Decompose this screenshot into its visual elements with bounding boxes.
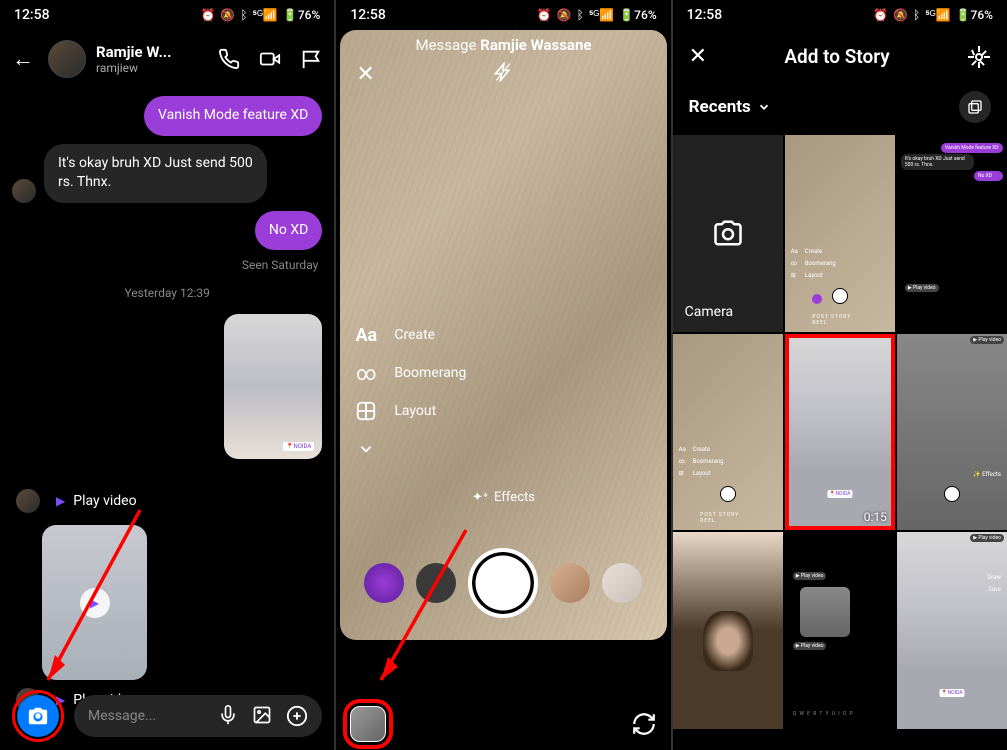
recents-row: Recents xyxy=(673,83,1007,135)
recents-selector[interactable]: Recents xyxy=(689,97,771,117)
layout-option[interactable]: Layout xyxy=(352,400,466,422)
gallery-item[interactable]: AaCreate ∞Boomerang ⊞Layout POST STORY R… xyxy=(785,135,895,332)
expand-option[interactable] xyxy=(352,438,466,460)
contact-username: ramjiew xyxy=(96,61,172,75)
story-header: ✕ Add to Story xyxy=(673,30,1007,83)
camera-tile[interactable]: Camera xyxy=(673,135,783,332)
battery-text: 🔋76% xyxy=(283,8,320,22)
message-avatar xyxy=(12,179,36,203)
bluetooth-icon: ᛒ xyxy=(913,8,920,22)
status-icons: ⏰ 🔕 ᛒ ⁵ᴳ📶 🔋76% xyxy=(873,8,993,22)
play-icon: ▶ xyxy=(56,494,65,508)
flag-icon[interactable] xyxy=(300,48,322,70)
camera-screen: 12:58 ⏰ 🔕 ᛒ ⁵ᴳ📶 🔋76% Message Ramjie Wass… xyxy=(336,0,670,750)
highlight-annotation xyxy=(12,690,64,742)
back-button[interactable]: ← xyxy=(12,46,34,72)
message-received[interactable]: It's okay bruh XD Just send 500 rs. Thnx… xyxy=(44,144,267,203)
settings-icon[interactable] xyxy=(967,45,991,69)
camera-header: Message Ramjie Wassane xyxy=(336,36,670,54)
status-time: 12:58 xyxy=(14,7,50,23)
alarm-icon: ⏰ xyxy=(873,8,888,22)
battery-text: 🔋76% xyxy=(619,8,656,22)
video-preview[interactable]: ▶ xyxy=(42,525,147,680)
play-video-label: Play video xyxy=(73,493,136,509)
create-option[interactable]: Aa Create xyxy=(352,324,466,346)
gallery-item[interactable]: ▶ Play video Draw Save 📍NOIDA xyxy=(897,532,1007,729)
boomerang-option[interactable]: ∞ Boomerang xyxy=(352,362,466,384)
gallery-item[interactable]: AaCreate ∞Boomerang ⊞Layout POST STORY R… xyxy=(673,334,783,531)
timestamp: Yesterday 12:39 xyxy=(12,286,322,300)
video-thumbnail[interactable]: 📍NOIDA xyxy=(224,314,322,459)
video-call-icon[interactable] xyxy=(258,48,282,70)
play-video-row[interactable]: ▶ Play video xyxy=(12,483,322,519)
bottom-row xyxy=(350,706,656,742)
gallery-item[interactable]: ▶ Play video ✨ Effects xyxy=(897,334,1007,531)
filter-option[interactable] xyxy=(364,563,404,603)
bluetooth-icon: ᛒ xyxy=(240,8,247,22)
add-icon[interactable] xyxy=(286,705,308,727)
chevron-down-icon xyxy=(757,100,771,114)
camera-button[interactable] xyxy=(17,695,59,737)
message-sent[interactable]: Vanish Mode feature XD xyxy=(144,96,322,136)
message-input[interactable]: Message... xyxy=(74,695,322,737)
camera-icon xyxy=(713,218,743,248)
effects-badge[interactable]: ✦⁺ Effects xyxy=(472,490,535,505)
profile-section[interactable]: Ramjie W... ramjiew xyxy=(48,40,172,78)
mic-icon[interactable] xyxy=(218,705,238,727)
alarm-icon: ⏰ xyxy=(200,8,215,22)
status-icons: ⏰ 🔕 ᛒ ⁵ᴳ📶 🔋76% xyxy=(537,8,657,22)
bluetooth-icon: ᛒ xyxy=(577,8,584,22)
story-screen: 12:58 ⏰ 🔕 ᛒ ⁵ᴳ📶 🔋76% ✕ Add to Story Rece… xyxy=(673,0,1007,750)
dnd-icon: 🔕 xyxy=(557,8,572,22)
gallery-item[interactable]: ▶ Play video ▶ Play video Q W E R T Y U … xyxy=(785,532,895,729)
play-overlay-icon: ▶ xyxy=(80,588,110,618)
video-duration: 0:15 xyxy=(864,510,887,524)
status-time: 12:58 xyxy=(687,7,723,23)
dnd-icon: 🔕 xyxy=(893,8,908,22)
status-bar: 12:58 ⏰ 🔕 ᛒ ⁵ᴳ📶 🔋76% xyxy=(336,0,670,30)
signal-icon: ⁵ᴳ📶 xyxy=(253,8,278,22)
camera-options: Aa Create ∞ Boomerang Layout xyxy=(352,324,466,460)
multi-select-button[interactable] xyxy=(959,91,991,123)
flash-icon[interactable] xyxy=(493,62,513,82)
header-actions xyxy=(218,48,322,70)
message-avatar xyxy=(16,489,40,513)
switch-camera-icon[interactable] xyxy=(631,711,657,737)
gallery-icon[interactable] xyxy=(252,705,272,727)
gallery-thumbnail[interactable] xyxy=(350,706,386,742)
story-title: Add to Story xyxy=(784,45,889,68)
status-icons: ⏰ 🔕 ᛒ ⁵ᴳ📶 🔋76% xyxy=(200,8,320,22)
gallery-item[interactable] xyxy=(673,532,783,729)
status-time: 12:58 xyxy=(350,7,386,23)
filter-option[interactable] xyxy=(602,563,642,603)
chat-header: ← Ramjie W... ramjiew xyxy=(0,30,334,88)
messages-area: Vanish Mode feature XD It's okay bruh XD… xyxy=(0,88,334,708)
sparkle-icon: ✦⁺ xyxy=(472,490,488,505)
signal-icon: ⁵ᴳ📶 xyxy=(925,8,950,22)
call-icon[interactable] xyxy=(218,48,240,70)
seen-status: Seen Saturday xyxy=(12,258,322,272)
chat-screen: 12:58 ⏰ 🔕 ᛒ ⁵ᴳ📶 🔋76% ← Ramjie W... ramji… xyxy=(0,0,334,750)
avatar xyxy=(48,40,86,78)
gallery-item-selected[interactable]: 📍NOIDA 0:15 xyxy=(785,334,895,531)
signal-icon: ⁵ᴳ📶 xyxy=(589,8,614,22)
status-bar: 12:58 ⏰ 🔕 ᛒ ⁵ᴳ📶 🔋76% xyxy=(0,0,334,30)
filter-option[interactable] xyxy=(550,563,590,603)
message-sent[interactable]: No XD xyxy=(255,211,322,251)
close-icon[interactable]: ✕ xyxy=(356,62,374,87)
gallery-item[interactable]: Vanish Mode feature XD It's okay bruh XD… xyxy=(897,135,1007,332)
gallery-grid: Camera AaCreate ∞Boomerang ⊞Layout POST … xyxy=(673,135,1007,729)
alarm-icon: ⏰ xyxy=(537,8,552,22)
close-icon[interactable]: ✕ xyxy=(689,44,707,69)
status-bar: 12:58 ⏰ 🔕 ᛒ ⁵ᴳ📶 🔋76% xyxy=(673,0,1007,30)
filter-option[interactable] xyxy=(416,563,456,603)
contact-name: Ramjie W... xyxy=(96,43,172,61)
battery-text: 🔋76% xyxy=(956,8,993,22)
shutter-button[interactable] xyxy=(468,548,538,618)
location-badge: 📍NOIDA xyxy=(283,442,314,451)
message-input-bar: Message... xyxy=(0,682,334,750)
dnd-icon: 🔕 xyxy=(220,8,235,22)
shutter-row xyxy=(336,548,670,618)
